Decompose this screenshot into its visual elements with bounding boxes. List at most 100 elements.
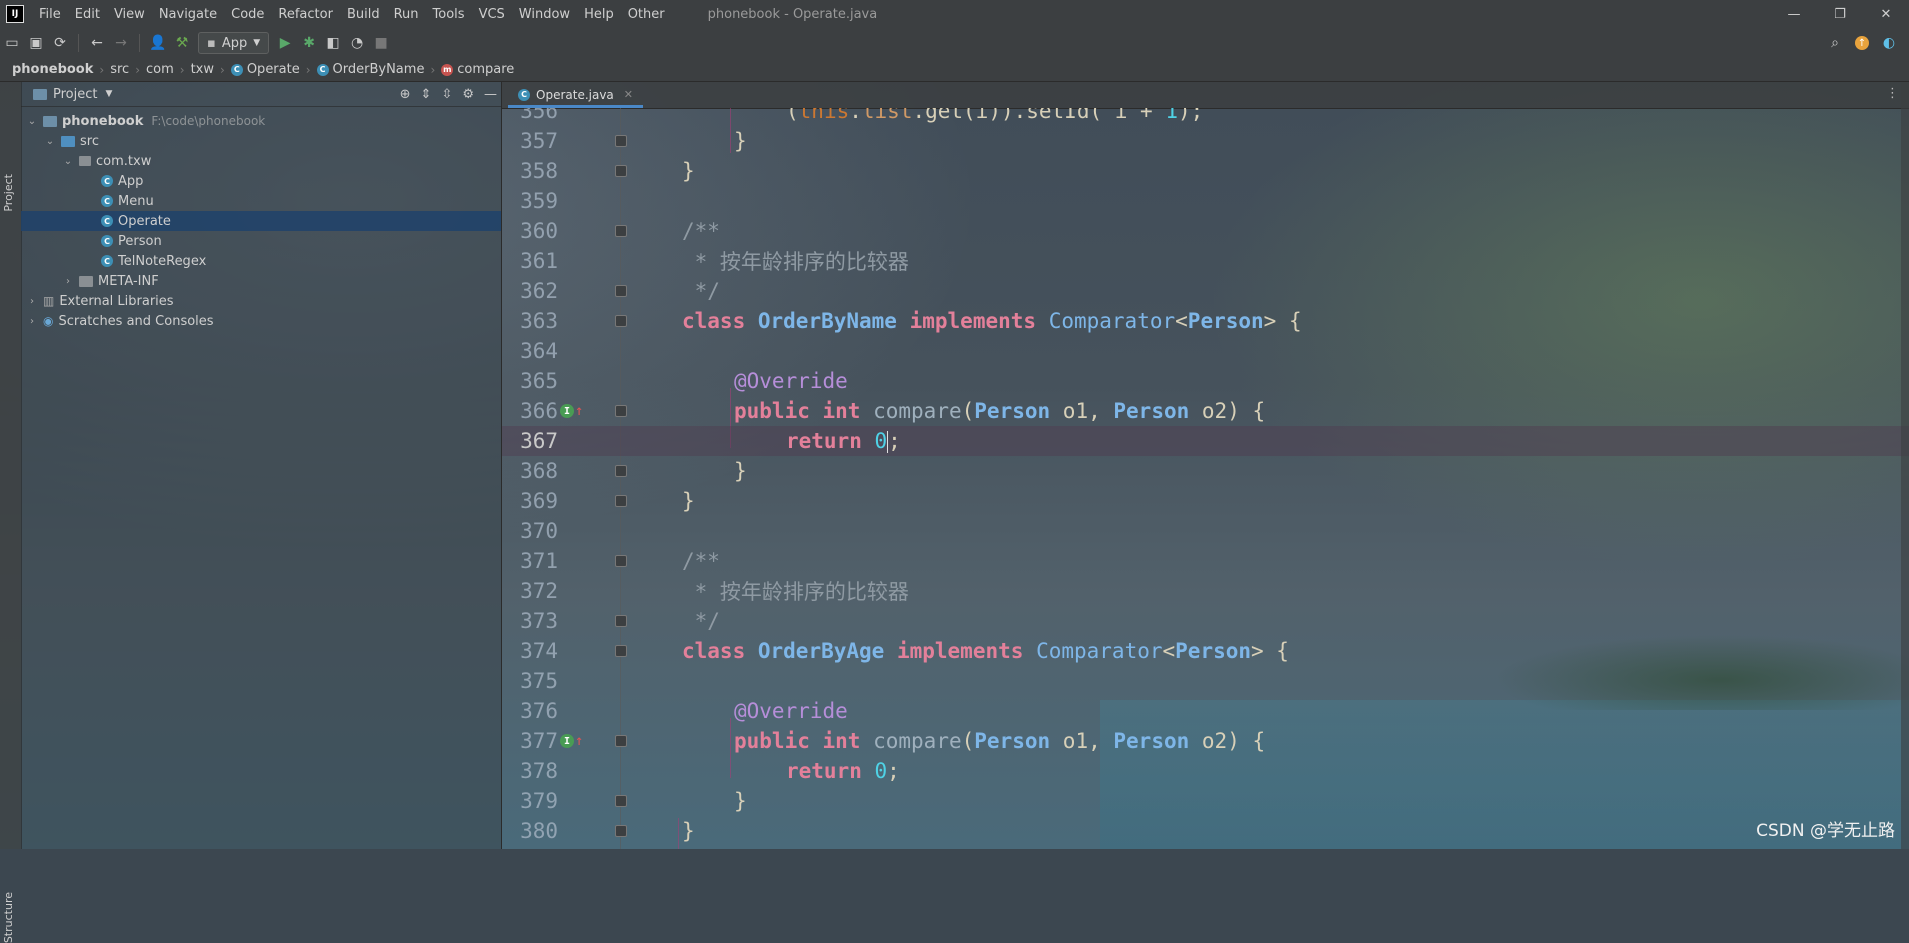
chevron-right-icon[interactable]: › bbox=[25, 316, 39, 327]
debug-icon[interactable]: ✱ bbox=[297, 31, 321, 55]
code-text: class OrderByAge implements Comparator<P… bbox=[682, 639, 1289, 663]
update-icon[interactable]: ↑ bbox=[1855, 36, 1869, 50]
tree-item-com-txw[interactable]: ⌄ com.txw bbox=[21, 151, 501, 171]
breadcrumb-project[interactable]: phonebook bbox=[12, 62, 93, 77]
close-icon[interactable]: ✕ bbox=[624, 88, 633, 101]
expand-all-icon[interactable]: ⇕ bbox=[421, 87, 432, 102]
open-icon[interactable]: ▭ bbox=[0, 31, 24, 55]
fold-icon[interactable] bbox=[615, 285, 627, 297]
menu-tools[interactable]: Tools bbox=[426, 7, 472, 22]
menu-edit[interactable]: Edit bbox=[68, 7, 107, 22]
chevron-down-icon[interactable]: ⌄ bbox=[43, 136, 57, 147]
project-tool-window-button[interactable]: Project bbox=[2, 174, 15, 212]
project-panel: Project ▼ ⊕ ⇕ ⇳ ⚙ — ⌄ phonebook F:\code\… bbox=[21, 82, 502, 849]
user-icon[interactable]: 👤 bbox=[146, 31, 170, 55]
tree-item-menu[interactable]: C Menu bbox=[21, 191, 501, 211]
code-line: 357 } bbox=[502, 126, 1909, 156]
menu-build[interactable]: Build bbox=[340, 7, 387, 22]
fold-icon[interactable] bbox=[615, 135, 627, 147]
sync-icon[interactable]: ⟳ bbox=[48, 31, 72, 55]
tree-item-external-libraries[interactable]: › ▥ External Libraries bbox=[21, 291, 501, 311]
fold-icon[interactable] bbox=[615, 795, 627, 807]
fold-icon[interactable] bbox=[615, 645, 627, 657]
module-folder-icon bbox=[43, 115, 57, 127]
code-line: 356 (this.list.get(i)).setId( i + 1); bbox=[502, 108, 1909, 126]
menu-vcs[interactable]: VCS bbox=[472, 7, 512, 22]
code-line: 359 bbox=[502, 186, 1909, 216]
code-area[interactable]: 356 (this.list.get(i)).setId( i + 1); 35… bbox=[502, 108, 1909, 849]
build-hammer-icon[interactable]: ⚒ bbox=[170, 31, 194, 55]
fold-icon[interactable] bbox=[615, 615, 627, 627]
menu-file[interactable]: File bbox=[32, 7, 68, 22]
tree-item-scratches[interactable]: › ◉ Scratches and Consoles bbox=[21, 311, 501, 331]
fold-icon[interactable] bbox=[615, 465, 627, 477]
code-line: 371 /** bbox=[502, 546, 1909, 576]
forward-icon[interactable]: → bbox=[109, 31, 133, 55]
chevron-right-icon[interactable]: › bbox=[25, 296, 39, 307]
implements-method-icon[interactable]: I bbox=[560, 404, 574, 418]
breadcrumb-com[interactable]: com bbox=[146, 62, 174, 77]
fold-icon[interactable] bbox=[615, 315, 627, 327]
close-button[interactable]: ✕ bbox=[1863, 0, 1909, 28]
menu-run[interactable]: Run bbox=[387, 7, 426, 22]
tree-item-telnoteregex[interactable]: C TelNoteRegex bbox=[21, 251, 501, 271]
toolbar-right: ⌕ ↑ ◐ bbox=[1823, 28, 1901, 58]
tree-item-app[interactable]: C App bbox=[21, 171, 501, 191]
chevron-down-icon[interactable]: ▼ bbox=[105, 89, 112, 99]
tab-operate-java[interactable]: C Operate.java ✕ bbox=[508, 84, 643, 108]
fold-icon[interactable] bbox=[615, 495, 627, 507]
chevron-right-icon[interactable]: › bbox=[61, 276, 75, 287]
menu-help[interactable]: Help bbox=[577, 7, 621, 22]
class-icon: C bbox=[101, 175, 113, 187]
run-icon[interactable]: ▶ bbox=[273, 31, 297, 55]
chevron-down-icon[interactable]: ⌄ bbox=[25, 116, 39, 127]
minimize-button[interactable]: — bbox=[1771, 0, 1817, 28]
run-configuration-select[interactable]: ▪ App ▼ bbox=[198, 32, 270, 54]
breadcrumb-operate[interactable]: C Operate bbox=[230, 62, 300, 77]
menu-refactor[interactable]: Refactor bbox=[271, 7, 340, 22]
fold-icon[interactable] bbox=[615, 405, 627, 417]
class-icon: C bbox=[101, 255, 113, 267]
fold-icon[interactable] bbox=[615, 825, 627, 837]
menu-window[interactable]: Window bbox=[512, 7, 577, 22]
restore-button[interactable]: ❐ bbox=[1817, 0, 1863, 28]
chevron-down-icon[interactable]: ⌄ bbox=[61, 156, 75, 167]
fold-icon[interactable] bbox=[615, 735, 627, 747]
menu-code[interactable]: Code bbox=[224, 7, 271, 22]
project-panel-title[interactable]: Project bbox=[53, 87, 97, 102]
tree-item-meta-inf[interactable]: › META-INF bbox=[21, 271, 501, 291]
line-number: 366 bbox=[520, 399, 558, 423]
coverage-icon[interactable]: ◧ bbox=[321, 31, 345, 55]
menu-other[interactable]: Other bbox=[621, 7, 672, 22]
collapse-all-icon[interactable]: ⇳ bbox=[441, 87, 452, 102]
search-icon[interactable]: ⌕ bbox=[1823, 31, 1847, 55]
implements-method-icon[interactable]: I bbox=[560, 734, 574, 748]
fold-icon[interactable] bbox=[615, 555, 627, 567]
locate-icon[interactable]: ⊕ bbox=[400, 87, 411, 102]
tree-item-phonebook[interactable]: ⌄ phonebook F:\code\phonebook bbox=[21, 111, 501, 131]
breadcrumb-orderbyname[interactable]: C OrderByName bbox=[316, 62, 424, 77]
gear-icon[interactable]: ⚙ bbox=[462, 87, 474, 102]
fold-icon[interactable] bbox=[615, 225, 627, 237]
code-text: * 按年龄排序的比较器 bbox=[682, 250, 909, 274]
window-title: phonebook - Operate.java bbox=[707, 6, 878, 22]
menu-view[interactable]: View bbox=[107, 7, 152, 22]
more-icon[interactable]: ⋮ bbox=[1886, 86, 1899, 101]
save-icon[interactable]: ▣ bbox=[24, 31, 48, 55]
breadcrumb-txw[interactable]: txw bbox=[191, 62, 214, 77]
profile-icon[interactable]: ◔ bbox=[345, 31, 369, 55]
menu-navigate[interactable]: Navigate bbox=[152, 7, 224, 22]
structure-tool-window-button[interactable]: Structure bbox=[2, 892, 15, 943]
plugin-icon[interactable]: ◐ bbox=[1877, 31, 1901, 55]
breadcrumb-src[interactable]: src bbox=[110, 62, 129, 77]
tree-item-src[interactable]: ⌄ src bbox=[21, 131, 501, 151]
breadcrumb-compare[interactable]: m compare bbox=[441, 62, 514, 77]
back-icon[interactable]: ← bbox=[85, 31, 109, 55]
fold-icon[interactable] bbox=[615, 165, 627, 177]
stop-icon[interactable]: ■ bbox=[369, 31, 393, 55]
tree-item-operate[interactable]: C Operate bbox=[21, 211, 501, 231]
class-icon: C bbox=[230, 63, 243, 76]
breadcrumb-operate-label: Operate bbox=[246, 62, 300, 77]
tree-item-person[interactable]: C Person bbox=[21, 231, 501, 251]
hide-icon[interactable]: — bbox=[484, 87, 497, 102]
